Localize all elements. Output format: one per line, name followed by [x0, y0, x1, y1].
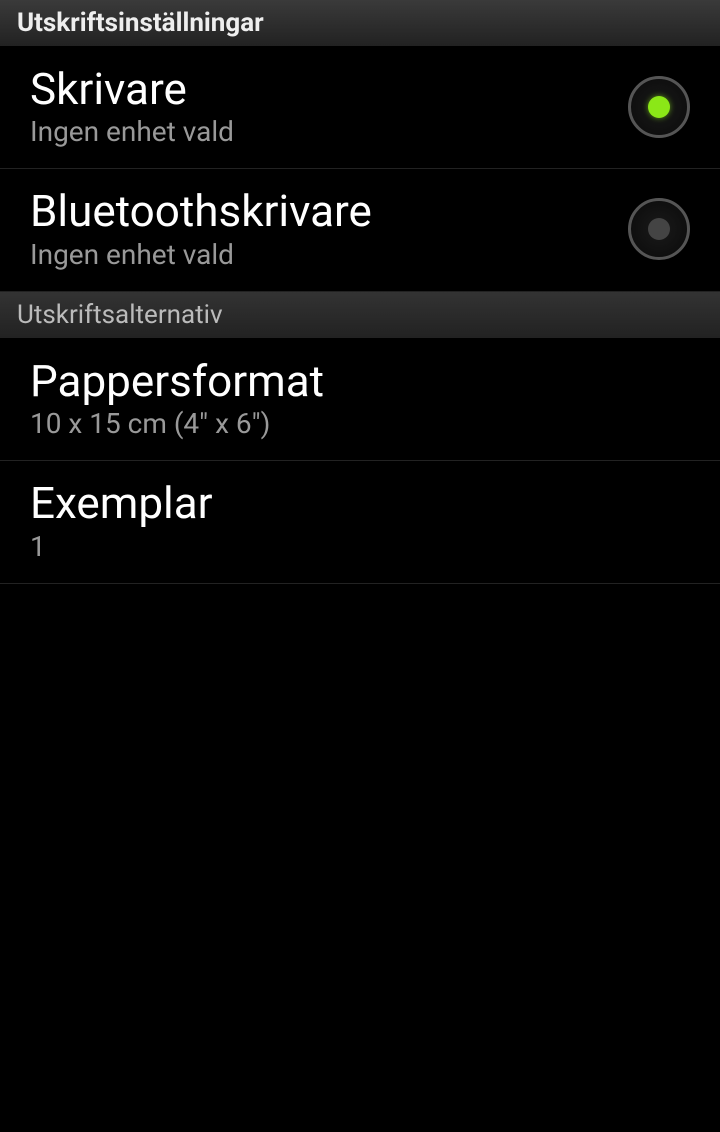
radio-selected-icon: [648, 96, 670, 118]
printer-item[interactable]: Skrivare Ingen enhet vald: [0, 47, 720, 169]
section-header-print-settings: Utskriftsinställningar: [0, 0, 720, 47]
bluetooth-radio[interactable]: [628, 198, 690, 260]
printer-title: Skrivare: [30, 65, 608, 113]
copies-subtitle: 1: [30, 530, 690, 563]
paper-subtitle: 10 x 15 cm (4" x 6"): [30, 407, 690, 440]
section-header-print-options: Utskriftsalternativ: [0, 292, 720, 339]
paper-title: Pappersformat: [30, 357, 690, 405]
radio-unselected-icon: [648, 218, 670, 240]
printer-text: Skrivare Ingen enhet vald: [30, 65, 608, 148]
bluetooth-printer-item[interactable]: Bluetoothskrivare Ingen enhet vald: [0, 169, 720, 291]
paper-text: Pappersformat 10 x 15 cm (4" x 6"): [30, 357, 690, 440]
copies-title: Exemplar: [30, 479, 690, 527]
bluetooth-title: Bluetoothskrivare: [30, 187, 608, 235]
printer-subtitle: Ingen enhet vald: [30, 115, 608, 148]
copies-item[interactable]: Exemplar 1: [0, 461, 720, 583]
printer-radio[interactable]: [628, 76, 690, 138]
paper-format-item[interactable]: Pappersformat 10 x 15 cm (4" x 6"): [0, 339, 720, 461]
bluetooth-subtitle: Ingen enhet vald: [30, 238, 608, 271]
copies-text: Exemplar 1: [30, 479, 690, 562]
bluetooth-text: Bluetoothskrivare Ingen enhet vald: [30, 187, 608, 270]
